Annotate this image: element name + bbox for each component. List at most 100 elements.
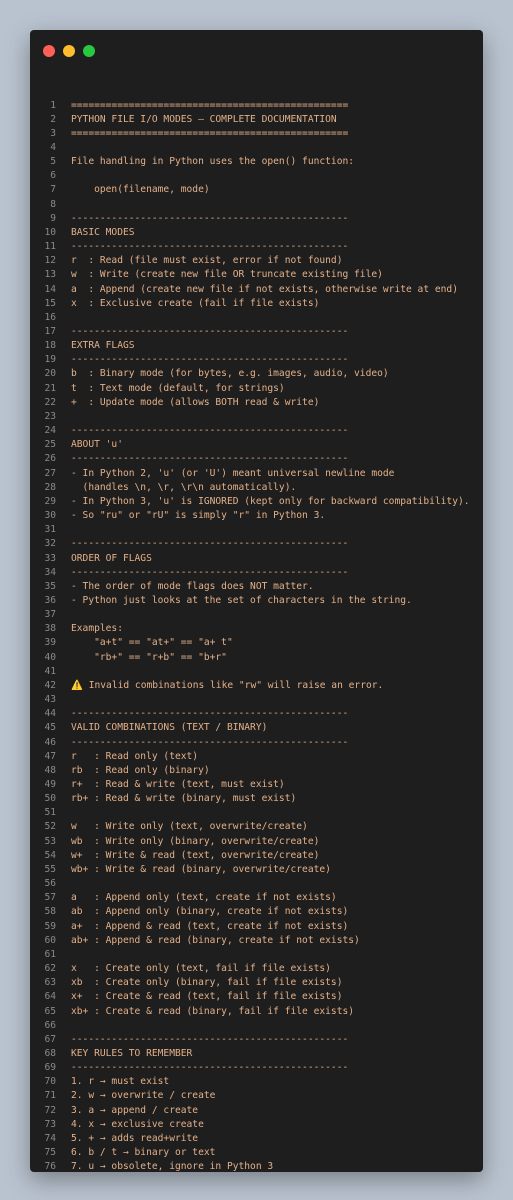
line-text: 5. + → adds read+write <box>71 1132 199 1144</box>
line-text: ⚠️ Invalid combinations like "rw" will r… <box>71 679 384 691</box>
line-number: 3 <box>50 127 56 139</box>
line-number: 59 <box>44 920 56 932</box>
line-number: 61 <box>44 948 56 960</box>
line-number: 69 <box>44 1062 56 1074</box>
line-text: r : Read only (text) <box>71 750 199 762</box>
line-number: 74 <box>44 1132 56 1144</box>
line-text: 3. a → append / create <box>71 1104 199 1116</box>
line-number: 44 <box>44 708 56 720</box>
line-number: 58 <box>44 906 56 918</box>
line-number: 37 <box>44 609 56 621</box>
line-number: 56 <box>44 878 56 890</box>
line-number: 21 <box>44 382 56 394</box>
line-text: a+ : Append & read (text, create if not … <box>71 920 349 932</box>
line-number: 70 <box>44 1076 56 1088</box>
line-number: 8 <box>50 198 56 210</box>
line-number: 41 <box>44 665 56 677</box>
line-text: w : Write only (text, overwrite/create) <box>71 821 308 833</box>
line-text: ----------------------------------------… <box>71 708 349 720</box>
line-text: - In Python 3, 'u' is IGNORED (kept only… <box>71 495 470 507</box>
line-number: 42 <box>44 679 56 691</box>
line-text: w : Write (create new file OR truncate e… <box>71 269 383 281</box>
line-number: 60 <box>44 934 56 946</box>
line-number: 16 <box>44 311 56 323</box>
line-text: EXTRA FLAGS <box>71 340 135 352</box>
title-bar <box>30 30 483 72</box>
line-text: b : Binary mode (for bytes, e.g. images,… <box>71 368 389 380</box>
line-number: 47 <box>44 750 56 762</box>
line-number: 32 <box>44 538 56 550</box>
line-number: 35 <box>44 580 56 592</box>
line-text: (handles \n, \r, \r\n automatically). <box>71 481 297 493</box>
line-number: 19 <box>44 354 56 366</box>
line-text: ab : Append only (binary, create if not … <box>71 906 349 918</box>
line-text: wb : Write only (binary, overwrite/creat… <box>71 835 320 847</box>
line-number: 54 <box>44 849 56 861</box>
line-text: w+ : Write & read (text, overwrite/creat… <box>71 849 320 861</box>
line-number: 1 <box>50 99 56 111</box>
line-text: KEY RULES TO REMEMBER <box>71 1047 193 1059</box>
line-number: 18 <box>44 340 56 352</box>
line-number: 53 <box>44 835 56 847</box>
line-text: ----------------------------------------… <box>71 1033 349 1045</box>
line-text: ORDER OF FLAGS <box>71 552 152 564</box>
line-text: x : Create only (text, fail if file exis… <box>71 963 331 975</box>
line-text: File handling in Python uses the open() … <box>71 156 355 168</box>
line-text: ----------------------------------------… <box>71 212 349 224</box>
line-number: 46 <box>44 736 56 748</box>
line-text: ----------------------------------------… <box>71 326 349 337</box>
line-number: 20 <box>44 368 56 380</box>
line-text: ----------------------------------------… <box>71 453 349 465</box>
line-number: 73 <box>44 1118 56 1130</box>
line-number: 27 <box>44 467 56 479</box>
line-number: 50 <box>44 793 56 805</box>
line-text: ========================================… <box>71 99 349 111</box>
line-number: 28 <box>44 481 56 493</box>
line-number: 68 <box>44 1047 56 1059</box>
line-text: x+ : Create & read (text, fail if file e… <box>71 991 343 1003</box>
line-text: a : Append only (text, create if not exi… <box>71 892 337 904</box>
line-text: - So "ru" or "rU" is simply "r" in Pytho… <box>71 510 326 522</box>
line-number: 65 <box>44 1005 56 1017</box>
line-text: 1. r → must exist <box>71 1076 170 1088</box>
line-number: 40 <box>44 651 56 663</box>
line-text: x : Exclusive create (fail if file exist… <box>71 297 320 309</box>
line-text: ----------------------------------------… <box>71 425 349 437</box>
code-window: 1 =======================================… <box>30 30 483 1172</box>
line-text: ----------------------------------------… <box>71 736 349 748</box>
line-text: ----------------------------------------… <box>71 566 349 578</box>
zoom-button[interactable] <box>83 45 95 57</box>
line-number: 55 <box>44 863 56 875</box>
line-number: 5 <box>50 156 56 168</box>
line-text: open(filename, mode) <box>71 184 210 196</box>
line-number: 29 <box>44 495 56 507</box>
line-number: 49 <box>44 779 56 790</box>
line-number: 38 <box>44 623 56 635</box>
line-text: ----------------------------------------… <box>71 538 349 550</box>
line-number: 7 <box>50 184 56 196</box>
line-text: BASIC MODES <box>71 226 135 238</box>
line-text: - Python just looks at the set of charac… <box>71 594 412 606</box>
line-number: 48 <box>44 764 56 776</box>
line-number: 39 <box>44 637 56 649</box>
line-number: 12 <box>44 255 56 267</box>
line-text: ========================================… <box>71 127 349 139</box>
line-text: wb+ : Write & read (binary, overwrite/cr… <box>71 863 331 875</box>
line-number: 57 <box>44 892 56 904</box>
line-number: 64 <box>44 991 56 1003</box>
line-text: xb+ : Create & read (binary, fail if fil… <box>71 1005 355 1017</box>
line-number: 9 <box>50 212 56 224</box>
line-text: - In Python 2, 'u' (or 'U') meant univer… <box>71 467 395 479</box>
line-text: 7. u → obsolete, ignore in Python 3 <box>71 1161 274 1172</box>
line-number: 10 <box>44 226 56 238</box>
close-button[interactable] <box>43 45 55 57</box>
line-number: 66 <box>44 1019 56 1031</box>
line-number: 26 <box>44 453 56 465</box>
line-number: 22 <box>44 396 56 408</box>
line-text: ----------------------------------------… <box>71 241 349 253</box>
minimize-button[interactable] <box>63 45 75 57</box>
line-number: 11 <box>44 241 56 253</box>
line-text: rb+ : Read & write (binary, must exist) <box>71 793 297 805</box>
line-number: 52 <box>44 821 56 833</box>
line-text: Examples: <box>71 623 123 635</box>
